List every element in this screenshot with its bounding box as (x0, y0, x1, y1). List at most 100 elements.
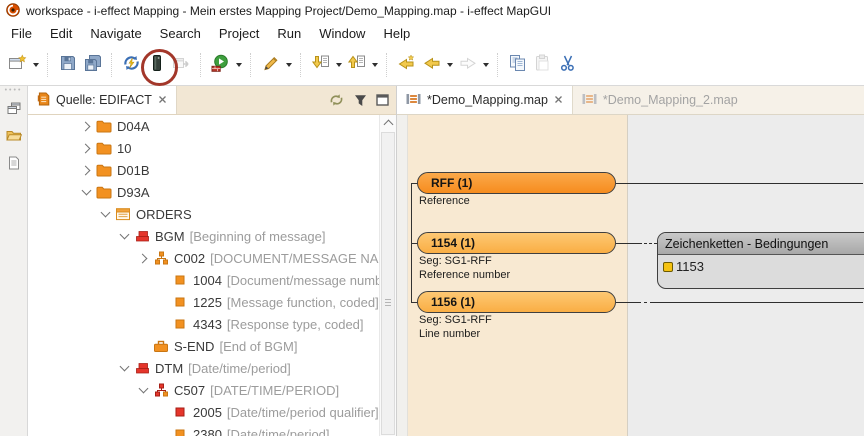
checkout-document-button[interactable] (344, 52, 369, 78)
menu-run[interactable]: Run (268, 24, 310, 43)
checkin-document-dropdown[interactable] (333, 52, 344, 78)
highlighter-pen-button[interactable] (258, 52, 283, 78)
segment-node-rff[interactable]: RFF (1) (417, 172, 616, 194)
menu-navigate[interactable]: Navigate (81, 24, 150, 43)
dropdown-caret-icon (336, 63, 342, 67)
maximize-icon[interactable] (376, 94, 389, 106)
element-red-icon (170, 407, 190, 417)
toolbar-separator (250, 53, 252, 77)
i-effect-mapgui-window: { "window": { "title": "workspace - i-ef… (0, 0, 864, 436)
tree-row-4343[interactable]: 4343[Response type, coded] (28, 313, 379, 335)
scrollbar-up-arrow[interactable] (380, 115, 396, 130)
tree-row-dtm[interactable]: DTM[Date/time/period] (28, 357, 379, 379)
menu-help[interactable]: Help (374, 24, 419, 43)
back-last-edit-button[interactable] (394, 52, 419, 78)
tab-quelle-edifact[interactable]: Quelle: EDIFACT (28, 86, 177, 114)
back-history-dropdown[interactable] (444, 52, 455, 78)
segment-node-1156[interactable]: 1156 (1) (417, 291, 616, 313)
save-all-button[interactable] (80, 52, 105, 78)
close-icon[interactable] (554, 93, 563, 107)
segment-node-label: 1156 (1) (431, 295, 475, 309)
menu-window[interactable]: Window (310, 24, 374, 43)
chevron-collapsed-icon[interactable] (78, 167, 94, 174)
segment-node-label: RFF (1) (431, 176, 472, 190)
copy-button[interactable] (505, 52, 530, 78)
new-wizard-dropdown[interactable] (30, 52, 41, 78)
tree-item-description: [DOCUMENT/MESSAGE NAME] (210, 251, 379, 266)
back-last-edit-icon (397, 54, 416, 77)
tree-row-1004[interactable]: 1004[Document/message number] (28, 269, 379, 291)
document-icon[interactable] (8, 156, 20, 175)
view-actions (328, 86, 396, 114)
tree-row-orders[interactable]: ORDERS (28, 203, 379, 225)
tree-row-2380[interactable]: 2380[Date/time/period] (28, 423, 379, 436)
tree-row-s-end[interactable]: S-END[End of BGM] (28, 335, 379, 357)
main-toolbar (0, 45, 864, 86)
refresh-icon[interactable] (328, 93, 345, 107)
paste-button[interactable] (530, 52, 555, 78)
tree-row-d93a[interactable]: D93A (28, 181, 379, 203)
editor-tab-1[interactable]: *Demo_Mapping.map (397, 86, 573, 114)
save-button[interactable] (55, 52, 80, 78)
segment-node-1154[interactable]: 1154 (1) (417, 232, 616, 254)
tree-row-d04a[interactable]: D04A (28, 115, 379, 137)
forward-history-dropdown[interactable] (480, 52, 491, 78)
menu-project[interactable]: Project (210, 24, 268, 43)
run-button[interactable] (208, 52, 233, 78)
tree-row-c002[interactable]: C002 [DOCUMENT/MESSAGE NAME] (28, 247, 379, 269)
run-dropdown[interactable] (233, 52, 244, 78)
menu-search[interactable]: Search (151, 24, 210, 43)
cut-button[interactable] (555, 52, 580, 78)
tree-item-label: C002 (174, 251, 205, 266)
tree-scrollbar[interactable] (379, 115, 396, 436)
toolbar-group (306, 52, 382, 78)
save-all-icon (84, 54, 102, 77)
back-history-button[interactable] (419, 52, 444, 78)
map-file-icon (582, 93, 597, 108)
chevron-collapsed-icon[interactable] (135, 255, 151, 262)
editor-tab-2[interactable]: *Demo_Mapping_2.map (573, 86, 747, 114)
condition-item-1153[interactable]: 1153 (658, 255, 864, 274)
open-folder-icon[interactable] (6, 129, 22, 147)
chevron-expanded-icon[interactable] (78, 190, 94, 194)
app-logo-icon (6, 3, 20, 20)
chevron-collapsed-icon[interactable] (78, 123, 94, 130)
element-orange-icon (170, 275, 190, 285)
menu-edit[interactable]: Edit (41, 24, 81, 43)
as400-server-button[interactable] (144, 52, 169, 78)
forward-history-button[interactable] (455, 52, 480, 78)
checkout-document-dropdown[interactable] (369, 52, 380, 78)
editor-tab-label: *Demo_Mapping_2.map (603, 93, 738, 107)
tree-row-c507[interactable]: C507[DATE/TIME/PERIOD] (28, 379, 379, 401)
chevron-collapsed-icon[interactable] (78, 145, 94, 152)
tree-row-d01b[interactable]: D01B (28, 159, 379, 181)
close-icon[interactable] (158, 93, 167, 107)
export-map-button[interactable] (169, 52, 194, 78)
filter-icon[interactable] (354, 94, 367, 107)
new-wizard-button[interactable] (5, 52, 30, 78)
element-orange-icon (170, 297, 190, 307)
canvas-margin (397, 115, 408, 436)
chevron-expanded-icon[interactable] (116, 366, 132, 370)
sync-transfer-button[interactable] (119, 52, 144, 78)
restore-view-icon[interactable] (7, 102, 21, 120)
edifact-source-icon (37, 92, 50, 109)
chevron-expanded-icon[interactable] (116, 234, 132, 238)
editor-panel: *Demo_Mapping.map *Demo_Mapping_2.map RFF… (397, 86, 864, 436)
checkin-document-button[interactable] (308, 52, 333, 78)
highlighter-pen-dropdown[interactable] (283, 52, 294, 78)
chevron-expanded-icon[interactable] (135, 388, 151, 392)
tree-row-1225[interactable]: 1225[Message function, coded] (28, 291, 379, 313)
message-icon (113, 207, 133, 221)
tree-row-2005[interactable]: 2005[Date/time/period qualifier] (28, 401, 379, 423)
tree-row-10[interactable]: 10 (28, 137, 379, 159)
dropdown-caret-icon (236, 63, 242, 67)
connection-line-1156 (616, 302, 641, 303)
toolbar-group (206, 52, 246, 78)
menu-file[interactable]: File (2, 24, 41, 43)
condition-box[interactable]: Zeichenketten - Bedingungen 1153 (657, 232, 864, 289)
tree-row-bgm[interactable]: BGM[Beginning of message] (28, 225, 379, 247)
tree-item-description: [Response type, coded] (227, 317, 364, 332)
scrollbar-thumb[interactable] (381, 132, 395, 435)
chevron-expanded-icon[interactable] (97, 212, 113, 216)
